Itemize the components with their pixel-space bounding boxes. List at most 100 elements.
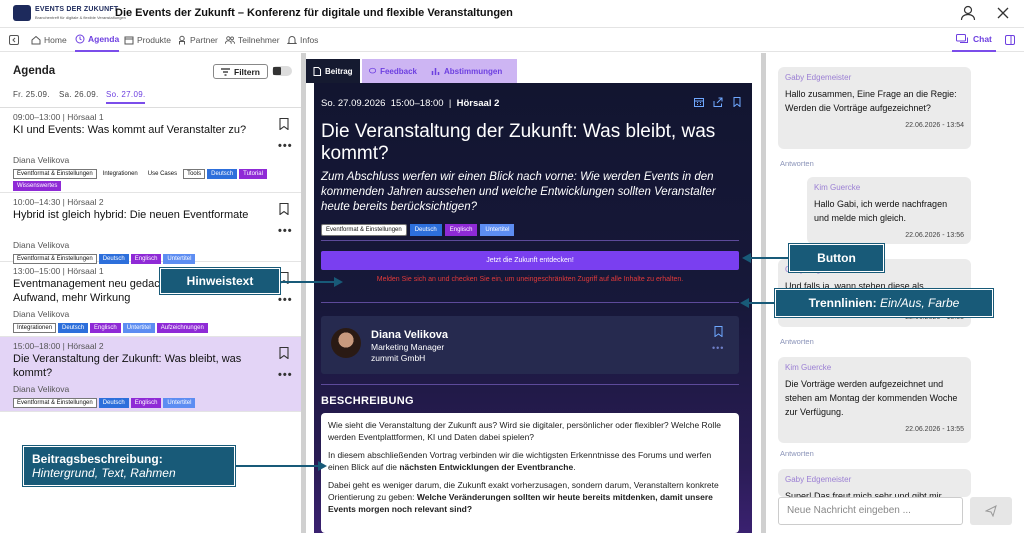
callout-arrow xyxy=(235,465,318,467)
speaker-name: Diana Velikova xyxy=(371,329,449,341)
post-card: So. 27.09.2026 15:00–18:00 | Hörsaal 2 D… xyxy=(314,83,752,533)
nav-teilnehmer[interactable]: Teilnehmer xyxy=(225,28,280,52)
tag: Deutsch xyxy=(207,169,238,179)
chat-icon xyxy=(956,33,968,43)
content-panel: Beitrag Feedback Abstimmungen So. 27.09.… xyxy=(306,53,761,533)
chat-input[interactable]: Neue Nachricht eingeben ... xyxy=(778,497,963,525)
tab-abstimmungen[interactable]: Abstimmungen xyxy=(424,59,517,83)
session-time: 15:00–18:00 | Hörsaal 2 xyxy=(13,341,104,351)
session-title: KI und Events: Was kommt auf Veranstalte… xyxy=(13,124,247,136)
more-icon[interactable]: ••• xyxy=(712,343,724,353)
tag: Deutsch xyxy=(409,224,442,236)
session-item[interactable]: 10:00–14:30 | Hörsaal 2 Hybrid ist gleich… xyxy=(0,193,301,264)
tag: Aufzeichnungen xyxy=(156,323,208,333)
nav-label: Infos xyxy=(300,35,319,45)
session-item[interactable]: 15:00–18:00 | Hörsaal 2 Die Veranstaltung… xyxy=(0,337,301,412)
reply-link[interactable]: Antworten xyxy=(780,449,814,458)
hint-text: Melden Sie sich an und checken Sie ein, … xyxy=(376,276,684,283)
filter-button[interactable]: Filtern xyxy=(213,64,268,79)
description-heading: BESCHREIBUNG xyxy=(321,395,414,407)
panel-toggle-icon[interactable] xyxy=(1005,35,1015,45)
bookmark-icon[interactable] xyxy=(279,347,289,359)
message-text: Hallo Gabi, ich werde nachfragen und mel… xyxy=(814,199,948,223)
text: . xyxy=(573,462,576,472)
user-icon[interactable] xyxy=(960,5,976,21)
message-text: Die Vorträge werden aufgezeichnet und st… xyxy=(785,379,958,417)
home-icon xyxy=(31,35,41,45)
more-icon[interactable]: ••• xyxy=(278,369,293,381)
close-icon[interactable] xyxy=(996,6,1010,20)
bookmark-icon[interactable] xyxy=(279,118,289,130)
day-tab-active[interactable]: So. 27.09. xyxy=(106,90,146,104)
callout-text: Ein/Aus, Farbe xyxy=(879,296,960,310)
reply-link[interactable]: Antworten xyxy=(780,337,814,346)
callout-arrow xyxy=(280,281,334,283)
tag: Tools xyxy=(183,169,206,179)
day-tab[interactable]: Fr. 25.09. xyxy=(13,90,50,99)
calendar-icon[interactable] xyxy=(694,97,704,107)
more-icon[interactable]: ••• xyxy=(278,294,293,306)
tag: Englisch xyxy=(444,224,478,236)
clock-icon xyxy=(75,34,85,44)
bookmark-icon[interactable] xyxy=(279,203,289,215)
session-speaker: Diana Velikova xyxy=(13,384,70,394)
share-icon[interactable] xyxy=(713,97,723,107)
day-tab[interactable]: Sa. 26.09. xyxy=(59,90,98,99)
send-icon xyxy=(985,505,997,517)
nav-agenda[interactable]: Agenda xyxy=(75,28,120,52)
tag: Tutorial xyxy=(239,169,267,179)
tag: Untertitel xyxy=(480,224,515,236)
session-tags: Eventformat & Einstellungen Integrationen… xyxy=(13,169,268,191)
callout-button: Button xyxy=(789,244,884,272)
more-icon[interactable]: ••• xyxy=(278,140,293,152)
avatar xyxy=(331,328,361,358)
nav-infos[interactable]: Infos xyxy=(287,28,318,52)
chat-message: Gaby Edgemeister Hallo zusammen, Eine Fr… xyxy=(778,67,971,149)
bookmark-icon[interactable] xyxy=(714,326,723,337)
tab-chat[interactable]: Chat xyxy=(952,28,996,52)
description-paragraph: In diesem abschließenden Vortrag verbind… xyxy=(328,449,732,473)
divider-line xyxy=(321,240,739,241)
collapse-sidebar-icon[interactable] xyxy=(9,35,19,45)
message-text: Hallo zusammen, Eine Frage an die Regie:… xyxy=(785,89,957,113)
session-time: 09:00–13:00 | Hörsaal 1 xyxy=(13,112,104,122)
tab-feedback[interactable]: Feedback xyxy=(362,59,424,83)
tag: Eventformat & Einstellungen xyxy=(13,169,97,179)
tag: Use Cases xyxy=(147,171,178,177)
chat-message: Kim Guercke Die Vorträge werden aufgezei… xyxy=(778,357,971,443)
cta-button[interactable]: Jetzt die Zukunft entdecken! xyxy=(321,251,739,270)
more-icon[interactable]: ••• xyxy=(278,225,293,237)
speaker-company: zummit GmbH xyxy=(371,353,426,363)
tag: Integrationen xyxy=(102,171,138,177)
main-navigation: Home Agenda Produkte Partner Teilnehmer … xyxy=(0,28,1024,52)
callout-description: Beitragsbeschreibung: Hintergrund, Text, … xyxy=(23,446,235,486)
description-paragraph: Wie sieht die Veranstaltung der Zukunft … xyxy=(328,420,721,442)
highlight-text: nächsten Entwicklungen der Eventbranche xyxy=(399,462,574,472)
tab-beitrag[interactable]: Beitrag xyxy=(306,59,360,83)
nav-produkte[interactable]: Produkte xyxy=(124,28,171,52)
chat-message: Kim Guercke Hallo Gabi, ich werde nachfr… xyxy=(807,177,971,244)
chat-message: Gaby Edgemeister Super! Das freut mich s… xyxy=(778,469,971,497)
message-author: Gaby Edgemeister xyxy=(785,73,852,82)
bookmark-filter-toggle[interactable] xyxy=(272,66,292,76)
nav-home[interactable]: Home xyxy=(31,28,67,52)
tag: Deutsch xyxy=(98,398,129,408)
tab-label: Beitrag xyxy=(325,66,353,76)
tag: Integrationen xyxy=(13,323,57,333)
speaker-card[interactable]: Diana Velikova Marketing Manager zummit … xyxy=(321,316,739,374)
session-speaker: Diana Velikova xyxy=(13,240,70,250)
arrow-head-icon xyxy=(334,277,343,287)
nav-partner[interactable]: Partner xyxy=(177,28,218,52)
post-subtitle: Zum Abschluss werfen wir einen Blick nac… xyxy=(321,171,716,213)
logo-icon xyxy=(13,5,31,21)
session-title: Die Veranstaltung der Zukunft: Was bleib… xyxy=(13,353,242,379)
app-title: Die Events der Zukunft – Konferenz für d… xyxy=(115,7,513,19)
bookmark-icon[interactable] xyxy=(732,97,742,107)
session-item[interactable]: 09:00–13:00 | Hörsaal 1 KI und Events: Wa… xyxy=(0,108,301,193)
nav-label: Home xyxy=(44,35,67,45)
message-time: 22.06.2026 - 13:56 xyxy=(905,232,964,239)
send-button[interactable] xyxy=(970,497,1012,525)
title-bar: EVENTS DER ZUKUNFT Branchentreff für dig… xyxy=(0,0,1024,28)
content-tabs: Beitrag Feedback Abstimmungen xyxy=(306,53,761,83)
reply-link[interactable]: Antworten xyxy=(780,159,814,168)
